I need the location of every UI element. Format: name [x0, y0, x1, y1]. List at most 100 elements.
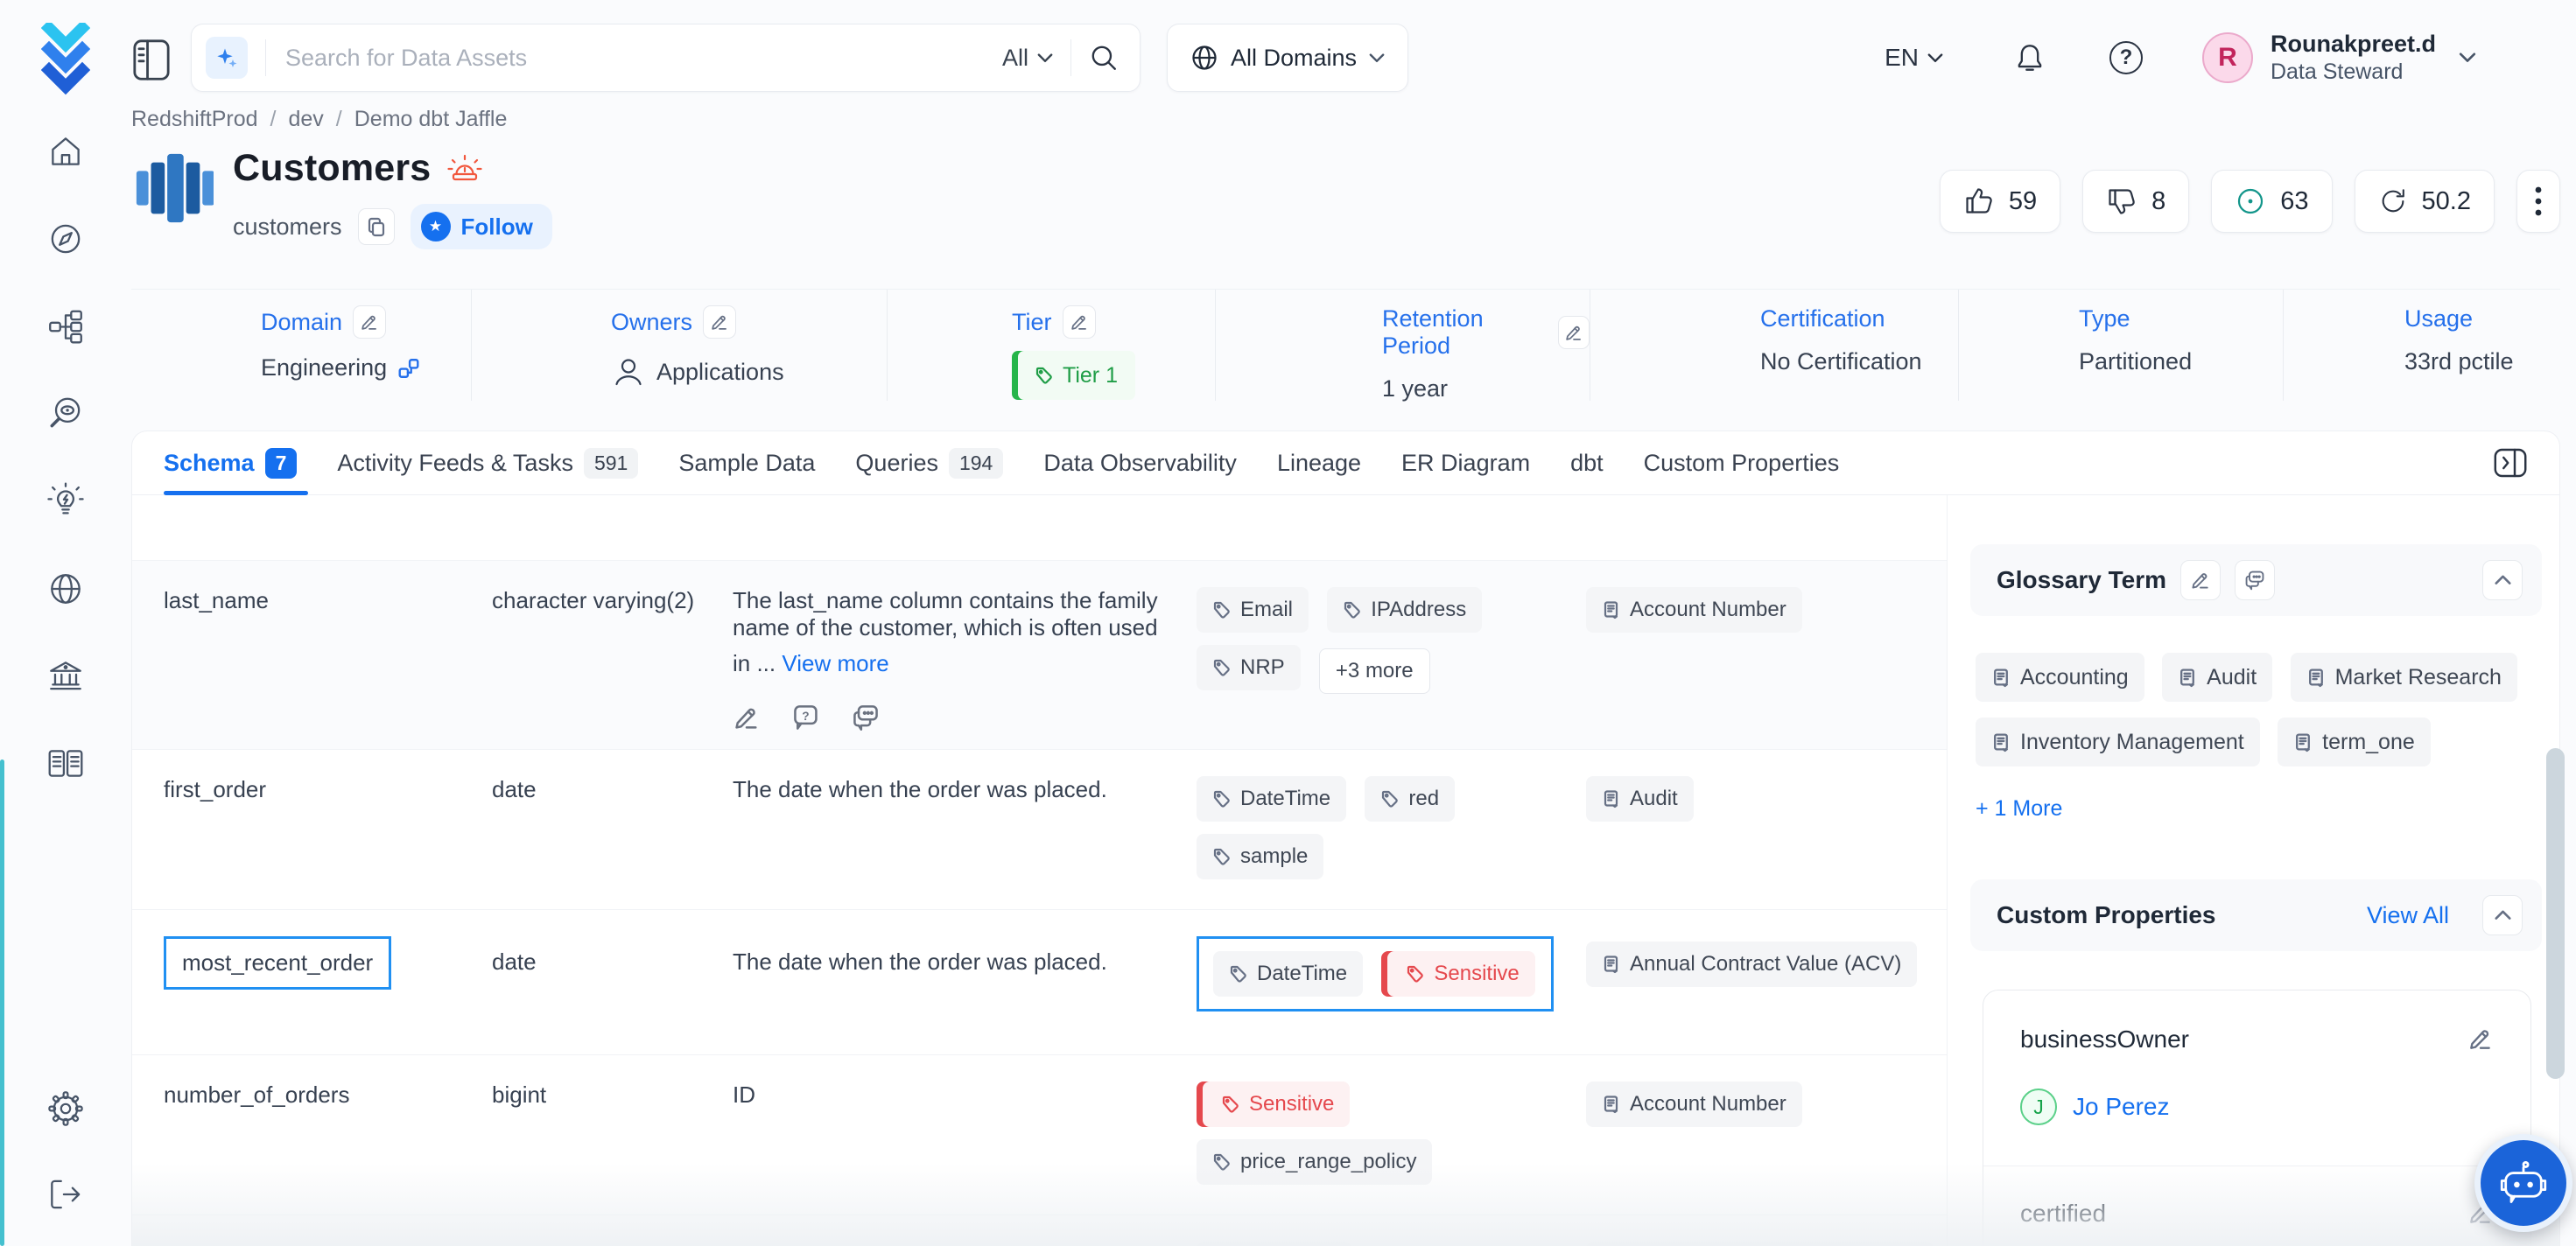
- ai-chatbot-button[interactable]: [2474, 1134, 2572, 1232]
- view-more-link[interactable]: View more: [782, 650, 888, 677]
- glossary-term-chip[interactable]: Customer Lifetime Value (CLV): [1586, 1242, 1934, 1246]
- tag-chip[interactable]: IPAddress: [1327, 587, 1482, 633]
- downvote-button[interactable]: 8: [2082, 170, 2189, 233]
- domains-globe-icon[interactable]: [46, 569, 86, 609]
- explore-compass-icon[interactable]: [46, 219, 86, 259]
- tab-lineage[interactable]: Lineage: [1277, 450, 1361, 477]
- tag-chip[interactable]: price_range_policy: [1197, 1139, 1432, 1185]
- language-dropdown[interactable]: EN: [1885, 44, 1943, 72]
- ai-sparkle-icon[interactable]: [206, 37, 248, 79]
- observability-search-eye-icon[interactable]: [46, 394, 86, 434]
- property-value-link[interactable]: Jo Perez: [2073, 1093, 2170, 1121]
- tag-chip[interactable]: red: [1365, 776, 1455, 822]
- column-name[interactable]: customer_lifetime_value: [164, 1242, 492, 1246]
- copy-name-button[interactable]: [358, 208, 395, 245]
- edit-retention-button[interactable]: [1558, 316, 1590, 349]
- column-name[interactable]: most_recent_order: [164, 936, 492, 990]
- insights-bulb-icon[interactable]: [46, 481, 86, 522]
- collapse-glossary-button[interactable]: [2482, 560, 2523, 600]
- edit-description-icon[interactable]: [733, 704, 761, 732]
- tab-custom-properties[interactable]: Custom Properties: [1644, 450, 1840, 477]
- tag-icon: [1380, 789, 1400, 808]
- glossary-term-chip[interactable]: Account Number: [1586, 1082, 1802, 1127]
- user-info[interactable]: Rounakpreet.d Data Steward: [2271, 30, 2436, 87]
- glossary-term-chip[interactable]: Inventory Management: [1976, 718, 2260, 766]
- more-actions-button[interactable]: [2516, 170, 2560, 233]
- glossary-conversation-button[interactable]: [2235, 560, 2275, 600]
- breadcrumb-database[interactable]: dev: [288, 107, 323, 132]
- settings-gear-icon[interactable]: [46, 1088, 86, 1129]
- lineage-flow-icon[interactable]: [46, 306, 86, 346]
- tag-chip[interactable]: DateTime: [1213, 951, 1363, 997]
- tag-chip[interactable]: Email: [1197, 587, 1309, 633]
- chevron-down-icon[interactable]: [2459, 52, 2476, 63]
- app-logo-icon[interactable]: [41, 23, 90, 96]
- search-scope-dropdown[interactable]: All: [1002, 45, 1053, 72]
- glossary-term-chip[interactable]: Audit: [2162, 653, 2272, 702]
- table-row[interactable]: last_name character varying(2) The last_…: [132, 560, 1947, 749]
- tab-dbt[interactable]: dbt: [1570, 450, 1604, 477]
- search-input[interactable]: [284, 44, 1002, 73]
- column-name[interactable]: number_of_orders: [164, 1082, 492, 1109]
- table-row[interactable]: customer_lifetime_value bigint No Descri…: [132, 1214, 1947, 1246]
- tag-chip[interactable]: sample: [1197, 834, 1323, 879]
- edit-tier-button[interactable]: [1063, 305, 1096, 339]
- follow-button[interactable]: ★ Follow: [411, 204, 552, 249]
- tag-chip[interactable]: NRP: [1197, 645, 1301, 690]
- quality-score-button[interactable]: 63: [2211, 170, 2332, 233]
- conversation-icon[interactable]: [852, 704, 880, 732]
- notifications-bell-icon[interactable]: [2013, 41, 2046, 74]
- collapse-custom-properties-button[interactable]: [2482, 895, 2523, 935]
- edit-glossary-button[interactable]: [2180, 560, 2221, 600]
- table-row-highlighted[interactable]: most_recent_order date The date when the…: [132, 909, 1947, 1054]
- more-tags-chip[interactable]: +3 more: [1319, 648, 1430, 694]
- logout-icon[interactable]: [46, 1174, 86, 1214]
- breadcrumb-schema[interactable]: Demo dbt Jaffle: [354, 107, 508, 132]
- tag-chip[interactable]: DateTime: [1197, 776, 1346, 822]
- tab-schema[interactable]: Schema 7: [164, 448, 297, 479]
- column-name[interactable]: first_order: [164, 776, 492, 803]
- home-icon[interactable]: [46, 131, 86, 172]
- link-icon[interactable]: [397, 357, 420, 380]
- tab-sample-data[interactable]: Sample Data: [678, 450, 815, 477]
- user-avatar[interactable]: R: [2202, 32, 2253, 83]
- table-row[interactable]: number_of_orders bigint ID Sensitive pri…: [132, 1054, 1947, 1214]
- request-description-icon[interactable]: [792, 704, 820, 732]
- upvote-button[interactable]: 59: [1940, 170, 2060, 233]
- edit-owners-button[interactable]: [703, 305, 736, 339]
- tab-data-observability[interactable]: Data Observability: [1043, 450, 1237, 477]
- expand-panel-icon[interactable]: [2493, 447, 2528, 479]
- tab-queries[interactable]: Queries 194: [855, 448, 1003, 479]
- usage-score-button[interactable]: 50.2: [2355, 170, 2495, 233]
- glossary-term-chip[interactable]: Account Number: [1586, 587, 1802, 633]
- glossary-term-chip[interactable]: Annual Contract Value (ACV): [1586, 942, 1917, 987]
- govern-bank-icon[interactable]: [46, 656, 86, 696]
- view-all-link[interactable]: View All: [2367, 902, 2449, 929]
- sidebar-toggle-icon[interactable]: [131, 38, 172, 78]
- edit-domain-button[interactable]: [353, 305, 386, 339]
- edit-property-icon[interactable]: [2467, 1026, 2494, 1052]
- help-icon[interactable]: ?: [2109, 41, 2143, 74]
- highlighted-column-name[interactable]: most_recent_order: [164, 936, 391, 990]
- glossary-term-chip[interactable]: Audit: [1586, 776, 1694, 822]
- glossary-term-chip[interactable]: Accounting: [1976, 653, 2144, 702]
- tab-activity-feeds[interactable]: Activity Feeds & Tasks 591: [337, 448, 638, 479]
- more-terms-link[interactable]: + 1 More: [1976, 796, 2537, 822]
- breadcrumb-service[interactable]: RedshiftProd: [131, 107, 258, 132]
- tier-badge[interactable]: Tier 1: [1012, 351, 1135, 400]
- search-icon[interactable]: [1089, 43, 1119, 73]
- sensitive-tag-chip[interactable]: Sensitive: [1381, 951, 1534, 997]
- tab-er-diagram[interactable]: ER Diagram: [1401, 450, 1530, 477]
- domain-value[interactable]: Engineering: [261, 354, 387, 382]
- table-row[interactable]: first_order date The date when the order…: [132, 749, 1947, 909]
- glossary-term-chip[interactable]: Market Research: [2291, 653, 2517, 702]
- all-domains-dropdown[interactable]: All Domains: [1167, 24, 1408, 92]
- owners-value[interactable]: Applications: [656, 359, 784, 386]
- glossary-term-chip[interactable]: term_one: [2278, 718, 2431, 766]
- sensitive-tag-chip[interactable]: Sensitive: [1197, 1082, 1350, 1127]
- alert-siren-icon[interactable]: [446, 152, 483, 186]
- glossary-book-icon[interactable]: [46, 744, 86, 784]
- page-scrollbar-thumb[interactable]: [2546, 748, 2565, 1079]
- tag-chip[interactable]: IPAddress: [1197, 1242, 1351, 1246]
- column-name[interactable]: last_name: [164, 587, 492, 614]
